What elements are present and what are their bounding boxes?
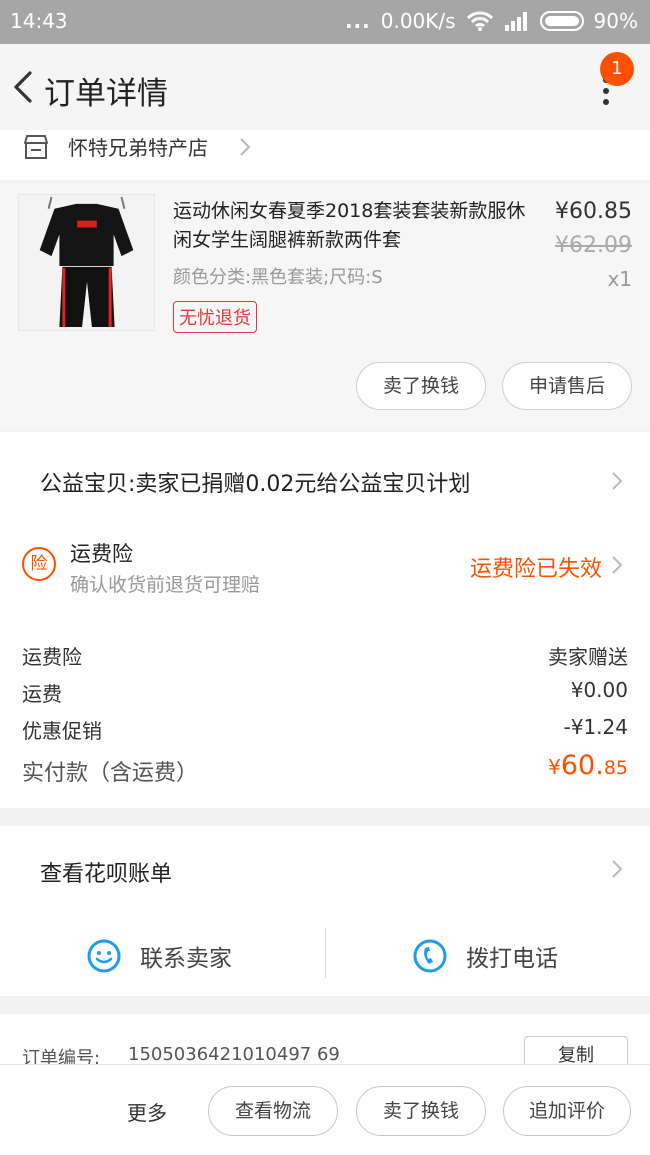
fee-label: 运费险 bbox=[22, 645, 82, 669]
total-amount: ¥60.85 bbox=[548, 750, 628, 781]
insurance-title: 运费险 bbox=[70, 542, 133, 566]
product-price: ¥60.85 bbox=[555, 199, 632, 224]
product-original-price: ¥62.09 bbox=[555, 233, 632, 258]
fee-row-insurance: 运费险 卖家赠送 bbox=[22, 641, 628, 670]
shop-row[interactable]: 怀特兄弟特产店 bbox=[0, 130, 650, 180]
shop-name: 怀特兄弟特产店 bbox=[68, 136, 208, 160]
more-button[interactable]: 更多 bbox=[127, 1097, 167, 1126]
network-speed: 0.00K/s bbox=[380, 9, 456, 33]
page-title: 订单详情 bbox=[44, 76, 168, 112]
insurance-icon: 险 bbox=[22, 547, 56, 581]
total-integer: 60. bbox=[560, 750, 604, 781]
phone-icon bbox=[413, 939, 447, 973]
chevron-right-icon bbox=[240, 138, 251, 156]
contact-seller-button[interactable]: 联系卖家 bbox=[86, 932, 232, 980]
product-quantity: x1 bbox=[607, 267, 632, 291]
fee-label: 优惠促销 bbox=[22, 719, 102, 743]
product-image[interactable] bbox=[18, 194, 155, 331]
huabei-bill-link[interactable]: 查看花呗账单 bbox=[40, 856, 172, 888]
signal-icon bbox=[504, 12, 527, 31]
call-phone-label: 拨打电话 bbox=[466, 946, 558, 972]
call-phone-button[interactable]: 拨打电话 bbox=[412, 932, 558, 980]
status-right: ... 0.00K/s 90% bbox=[345, 9, 638, 33]
total-decimal: 85 bbox=[603, 757, 628, 779]
sell-for-cash-button[interactable]: 卖了换钱 bbox=[356, 362, 486, 410]
fee-value: 卖家赠送 bbox=[548, 645, 628, 669]
divider bbox=[325, 928, 326, 978]
fee-row-shipping: 运费 ¥0.00 bbox=[22, 678, 628, 707]
total-currency: ¥ bbox=[548, 755, 561, 779]
contact-seller-label: 联系卖家 bbox=[140, 946, 232, 972]
chevron-right-icon bbox=[612, 860, 623, 878]
fee-value: ¥0.00 bbox=[570, 678, 628, 702]
after-sale-button[interactable]: 申请售后 bbox=[502, 362, 632, 410]
fee-value: -¥1.24 bbox=[563, 715, 628, 739]
chevron-right-icon bbox=[612, 556, 623, 574]
shop-icon bbox=[24, 135, 48, 159]
back-arrow-icon[interactable] bbox=[8, 70, 38, 104]
total-label: 实付款（含运费） bbox=[22, 761, 199, 786]
battery-percent: 90% bbox=[593, 9, 638, 33]
order-number-value: 1505036421010497 69 bbox=[128, 1044, 340, 1065]
no-worry-return-tag: 无忧退货 bbox=[173, 301, 257, 333]
contact-panel: 查看花呗账单 联系卖家 拨打电话 bbox=[0, 826, 650, 996]
view-logistics-button[interactable]: 查看物流 bbox=[208, 1086, 338, 1136]
add-review-button[interactable]: 追加评价 bbox=[503, 1086, 631, 1136]
insurance-subtitle: 确认收货前退货可理赔 bbox=[70, 574, 261, 596]
insurance-status[interactable]: 运费险已失效 bbox=[470, 551, 602, 583]
fee-row-discount: 优惠促销 -¥1.24 bbox=[22, 715, 628, 744]
order-number-panel: 订单编号: 1505036421010497 69 复制 bbox=[0, 1014, 650, 1076]
nav-bar: 订单详情 1 bbox=[0, 44, 650, 130]
chevron-right-icon bbox=[612, 472, 623, 490]
charity-text[interactable]: 公益宝贝:卖家已捐赠0.02元给公益宝贝计划 bbox=[40, 466, 470, 498]
fee-label: 运费 bbox=[22, 682, 62, 706]
battery-icon bbox=[539, 11, 584, 31]
status-dots: ... bbox=[344, 9, 371, 33]
smiley-chat-icon bbox=[87, 939, 121, 973]
notification-badge: 1 bbox=[600, 52, 634, 86]
wifi-icon bbox=[466, 11, 493, 31]
product-title: 运动休闲女春夏季2018套装套装新款服休闲女学生阔腿裤新款两件套 bbox=[173, 200, 526, 251]
order-info-panel: 公益宝贝:卖家已捐赠0.02元给公益宝贝计划 险 运费险 确认收货前退货可理赔 … bbox=[0, 432, 650, 808]
bottom-action-bar: 更多 查看物流 卖了换钱 追加评价 bbox=[0, 1064, 650, 1155]
status-bar: 14:43 ... 0.00K/s 90% bbox=[0, 0, 650, 44]
product-card[interactable]: 运动休闲女春夏季2018套装套装新款服休闲女学生阔腿裤新款两件套 颜色分类:黑色… bbox=[0, 183, 650, 431]
sell-for-cash-bottom-button[interactable]: 卖了换钱 bbox=[356, 1086, 486, 1136]
status-time: 14:43 bbox=[10, 9, 68, 33]
product-sku: 颜色分类:黑色套装;尺码:S bbox=[173, 267, 383, 288]
